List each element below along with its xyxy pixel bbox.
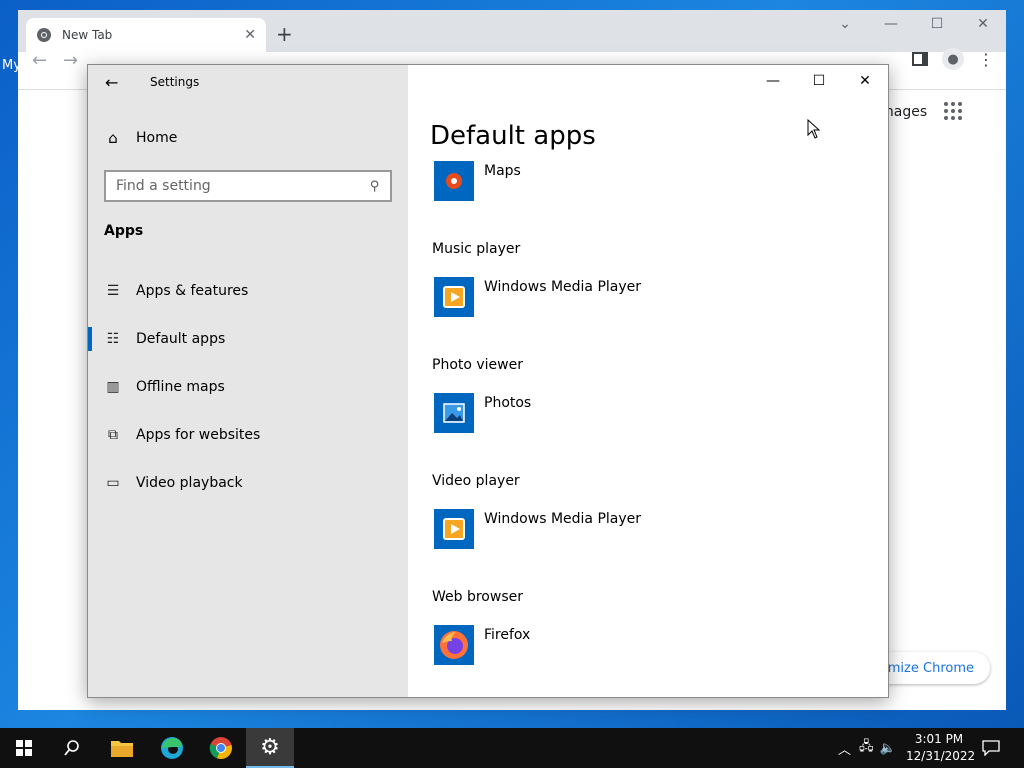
back-button[interactable]: ← <box>105 73 118 92</box>
open-in-icon: ⧉ <box>108 427 118 443</box>
media-player-icon <box>434 509 474 549</box>
side-panel-icon[interactable] <box>912 52 928 66</box>
list-icon: ☰ <box>106 283 120 299</box>
sidebar-item-apps-for-websites[interactable]: ⧉ Apps for websites <box>88 415 408 455</box>
taskbar-settings[interactable]: ⚙ <box>246 728 294 768</box>
sidebar-item-home[interactable]: ⌂ Home <box>104 129 177 147</box>
settings-window-controls: — ☐ ✕ <box>750 65 888 97</box>
video-camera-icon: ▭ <box>106 475 120 491</box>
settings-window: ← Settings ⌂ Home ⚲ Apps ☰ Apps & featur… <box>87 64 889 698</box>
settings-sidebar: ← Settings ⌂ Home ⚲ Apps ☰ Apps & featur… <box>88 65 408 697</box>
forward-arrow-icon[interactable]: → <box>63 50 78 71</box>
app-name: Photos <box>484 395 532 411</box>
chrome-window-controls: ⌄ — ☐ ✕ <box>822 16 1006 32</box>
maximize-icon[interactable]: ☐ <box>796 65 842 97</box>
sidebar-item-apps-features[interactable]: ☰ Apps & features <box>88 271 408 311</box>
default-app-music-player[interactable]: Windows Media Player <box>434 277 641 317</box>
settings-content: — ☐ ✕ Default apps Maps Music player Win… <box>408 65 888 697</box>
taskbar: ⚙ ︿ 🖧 🔈 3:01 PM 12/31/2022 <box>0 728 1024 768</box>
sidebar-item-default-apps[interactable]: ☷ Default apps <box>88 319 408 359</box>
section-heading: Apps <box>104 223 144 239</box>
edge-browser-icon <box>161 737 183 759</box>
action-center-button[interactable] <box>982 728 1000 768</box>
clock-time: 3:01 PM <box>914 732 964 746</box>
sidebar-item-video-playback[interactable]: ▭ Video playback <box>88 463 408 503</box>
mouse-cursor-icon <box>807 119 821 139</box>
chrome-tab-title: New Tab <box>62 28 113 42</box>
category-label-photo: Photo viewer <box>432 357 523 373</box>
taskbar-edge[interactable] <box>148 728 196 768</box>
minimize-icon[interactable]: — <box>750 65 796 97</box>
home-label: Home <box>136 130 178 146</box>
app-name: Firefox <box>484 627 531 643</box>
page-title: Default apps <box>430 121 596 151</box>
chrome-tab-new-tab[interactable]: New Tab ✕ <box>26 18 266 52</box>
taskbar-file-explorer[interactable] <box>98 728 146 768</box>
sidebar-item-label: Video playback <box>136 475 243 491</box>
sidebar-item-label: Apps & features <box>136 283 249 299</box>
taskbar-search-button[interactable] <box>48 728 96 768</box>
chrome-toolbar-actions: ● ⋮ <box>912 48 994 70</box>
taskbar-clock[interactable]: 3:01 PM 12/31/2022 <box>906 731 976 765</box>
clock-date: 12/31/2022 <box>906 749 976 763</box>
app-name: Maps <box>484 163 521 179</box>
gear-icon: ⚙ <box>260 734 280 760</box>
settings-search[interactable]: ⚲ <box>104 170 392 202</box>
settings-window-title: Settings <box>150 75 200 89</box>
sidebar-item-offline-maps[interactable]: ▥ Offline maps <box>88 367 408 407</box>
search-icon[interactable]: ⚲ <box>370 179 380 194</box>
maximize-icon[interactable]: ☐ <box>914 16 960 32</box>
windows-logo-icon <box>16 740 32 756</box>
media-player-icon <box>434 277 474 317</box>
close-icon[interactable]: ✕ <box>960 16 1006 32</box>
default-app-web-browser[interactable]: Firefox <box>434 625 530 665</box>
folder-icon <box>111 741 133 757</box>
system-tray: ︿ 🖧 🔈 <box>838 728 896 768</box>
close-tab-icon[interactable]: ✕ <box>244 27 256 43</box>
network-icon[interactable]: 🖧 <box>859 737 874 759</box>
sidebar-item-label: Offline maps <box>136 379 225 395</box>
default-list-icon: ☷ <box>106 331 120 347</box>
start-button[interactable] <box>0 728 48 768</box>
minimize-icon[interactable]: — <box>868 16 914 32</box>
chrome-titlebar: New Tab ✕ + ⌄ — ☐ ✕ <box>18 10 1006 52</box>
category-label-music: Music player <box>432 241 521 257</box>
home-icon: ⌂ <box>108 129 118 147</box>
map-icon: ▥ <box>106 379 120 395</box>
default-app-photo-viewer[interactable]: Photos <box>434 393 531 433</box>
taskbar-chrome[interactable] <box>197 728 245 768</box>
volume-icon[interactable]: 🔈 <box>880 741 896 756</box>
new-tab-button[interactable]: + <box>276 22 293 46</box>
photos-icon <box>434 393 474 433</box>
firefox-icon <box>434 625 474 665</box>
back-arrow-icon[interactable]: ← <box>32 50 47 71</box>
maps-pin-icon <box>434 161 474 201</box>
close-icon[interactable]: ✕ <box>842 65 888 97</box>
default-app-maps[interactable]: Maps <box>434 161 521 201</box>
app-name: Windows Media Player <box>484 511 642 527</box>
category-label-web: Web browser <box>432 589 523 605</box>
chevron-up-icon[interactable]: ︿ <box>838 739 851 758</box>
notification-icon <box>982 740 1000 756</box>
app-name: Windows Media Player <box>484 279 642 295</box>
search-input[interactable] <box>116 178 371 194</box>
google-apps-icon[interactable] <box>944 102 962 120</box>
sidebar-item-label: Apps for websites <box>136 427 261 443</box>
menu-kebab-icon[interactable]: ⋮ <box>978 50 994 69</box>
search-icon <box>64 740 79 756</box>
chrome-browser-icon <box>209 737 232 760</box>
sidebar-item-label: Default apps <box>136 331 226 347</box>
default-app-video-player[interactable]: Windows Media Player <box>434 509 641 549</box>
chrome-favicon-icon <box>37 28 51 42</box>
tab-search-icon[interactable]: ⌄ <box>822 16 868 32</box>
profile-avatar-icon[interactable]: ● <box>942 48 964 70</box>
category-label-video: Video player <box>432 473 520 489</box>
